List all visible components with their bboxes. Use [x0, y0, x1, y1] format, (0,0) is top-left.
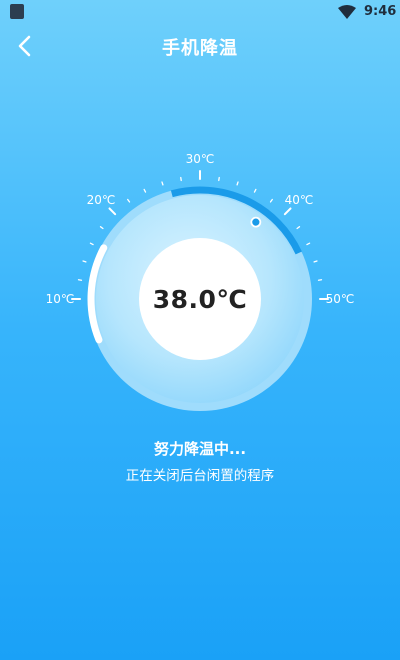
gauge-minor-tick [313, 260, 318, 263]
gauge-indicator-dot [250, 216, 262, 228]
gauge-minor-tick [253, 188, 257, 193]
app-bar: 手机降温 [0, 26, 400, 66]
gauge-minor-tick [143, 188, 147, 193]
gauge-tick-label: 30℃ [186, 152, 215, 166]
gauge-minor-tick [269, 198, 273, 203]
wifi-icon [338, 5, 356, 19]
gauge-minor-tick [99, 226, 104, 230]
gauge-major-tick [108, 207, 117, 216]
gauge-minor-tick [236, 181, 239, 186]
gauge-tick-label: 50℃ [326, 292, 355, 306]
gauge-minor-tick [82, 260, 87, 263]
status-bar: 9:46 [0, 0, 400, 24]
gauge-tick-label: 20℃ [87, 193, 116, 207]
gauge-minor-tick [161, 181, 164, 186]
status-time: 9:46 [364, 4, 397, 19]
gauge-minor-tick [89, 242, 94, 246]
temperature-value: 38.0℃ [152, 284, 248, 314]
cooling-status-title: 努力降温中... [153, 440, 247, 458]
gauge-major-tick [283, 207, 292, 216]
cooling-status-subtitle: 正在关闭后台闲置的程序 [125, 468, 275, 484]
gauge-minor-tick [127, 198, 131, 203]
gauge-tick-label: 10℃ [46, 292, 75, 306]
gauge-minor-tick [306, 242, 311, 246]
app-notification-icon [10, 4, 24, 19]
gauge-minor-tick [296, 226, 301, 230]
gauge-tick-label: 40℃ [285, 193, 314, 207]
page-title: 手机降温 [162, 38, 238, 59]
